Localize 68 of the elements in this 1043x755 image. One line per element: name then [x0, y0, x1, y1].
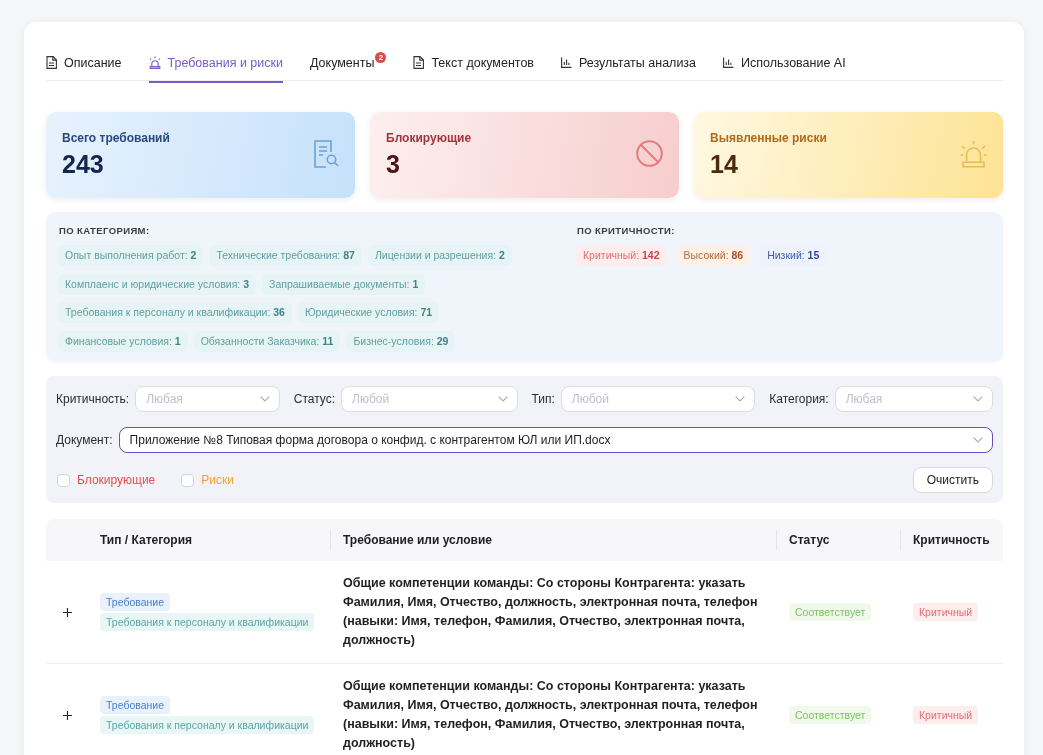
- stat-value: 14: [710, 150, 739, 178]
- checkbox[interactable]: [181, 473, 195, 487]
- criticality-tag: Критичный: 142: [576, 245, 667, 266]
- section-title: ПО КРИТИЧНОСТИ:: [576, 225, 676, 237]
- section-title: ПО КАТЕГОРИЯМ:: [58, 225, 151, 237]
- category-tag: Требования к персоналу и квалификации: [100, 716, 315, 734]
- tab[interactable]: Документы 2: [310, 44, 387, 83]
- chevron-down-icon: [497, 396, 508, 402]
- checkbox-label[interactable]: Блокирующие: [77, 473, 156, 487]
- chevron-down-icon: [973, 396, 983, 402]
- chevron-down-icon: [973, 437, 983, 443]
- category-tag: Комплаенс и юридические условия: 3: [58, 273, 257, 295]
- siren-icon: [148, 56, 161, 69]
- status-tag: Соответствует: [789, 603, 872, 621]
- expand-button[interactable]: [61, 606, 73, 618]
- category-tag: Финансовые условия: 1: [58, 330, 188, 352]
- plus-icon: [62, 710, 72, 720]
- filter-label: Критичность:: [56, 392, 130, 406]
- tab[interactable]: Результаты анализа: [561, 44, 697, 83]
- stat-label: Блокирующие: [386, 131, 472, 145]
- ban-icon: [636, 140, 663, 167]
- siren-icon: [960, 140, 987, 168]
- column-header: Тип / Категория: [99, 533, 194, 547]
- category-tag: Обязанности Заказчика: 11: [193, 330, 341, 352]
- document-icon: [413, 56, 425, 69]
- checkbox[interactable]: [57, 473, 70, 487]
- criticality-tag: Критичный: [913, 706, 979, 724]
- type-tag: Требование: [100, 593, 171, 611]
- stat-label: Всего требований: [62, 131, 170, 145]
- requirement-text: Общие компетенции команды: Со стороны Контрагента: указать Фамилия, Имя, Отчество, должность, электронная почта, телефон (навыки: Имя, телефон, Фамилия, Отчество, электронная почта, должность): [342, 678, 759, 752]
- category-tag: Требования к персоналу и квалификации: [100, 613, 315, 631]
- category-tag: Опыт выполнения работ: 2: [58, 245, 204, 266]
- filter-label: Статус:: [293, 392, 336, 406]
- chevron-down-icon: [735, 396, 746, 402]
- filter-label: Тип:: [531, 392, 555, 406]
- document-icon: [46, 56, 57, 69]
- category-tag: Лицензии и разрешения: 2: [367, 245, 512, 266]
- column-header: Статус: [776, 533, 900, 547]
- expand-button[interactable]: [61, 709, 73, 721]
- tab[interactable]: Описание: [46, 44, 122, 83]
- filter-label: Категория:: [769, 392, 829, 406]
- category-tag: Бизнес-условия: 29: [346, 330, 456, 352]
- stat-label: Выявленные риски: [710, 131, 827, 145]
- bar-chart-icon: [723, 57, 735, 68]
- bar-chart-icon: [561, 57, 572, 68]
- criticality-tag: Критичный: [913, 603, 979, 621]
- column-header: Требование или условие: [330, 533, 776, 547]
- criticality-tag: Высокий: 86: [676, 245, 751, 266]
- status-tag: Соответствует: [789, 706, 872, 724]
- requirement-text: Общие компетенции команды: Со стороны Контрагента: указать Фамилия, Имя, Отчество, должность, электронная почта, телефон (навыки: Имя, телефон, Фамилия, Отчество, электронная почта, должность): [342, 575, 759, 649]
- document-select[interactable]: Приложение №8 Типовая форма договора о конфид. с контрагентом ЮЛ или ИП.docx: [118, 427, 993, 453]
- tab[interactable]: Текст документов: [413, 44, 534, 83]
- plus-icon: [62, 607, 72, 617]
- clear-button[interactable]: Очистить: [912, 467, 993, 493]
- tab[interactable]: Использование AI: [723, 44, 846, 83]
- type-tag: Требование: [100, 696, 171, 714]
- chevron-down-icon: [259, 396, 270, 402]
- filter-label: Документ:: [56, 433, 113, 447]
- stat-value: 3: [386, 150, 401, 178]
- file-search-icon: [314, 140, 339, 168]
- column-header: Критичность: [900, 533, 1003, 547]
- count-badge: 2: [375, 52, 387, 63]
- category-tag: Технические требования: 87: [209, 245, 362, 266]
- category-tag: Юридические условия: 71: [297, 302, 440, 323]
- stat-value: 243: [62, 150, 105, 178]
- category-tag: Запрашиваемые документы: 1: [262, 273, 426, 295]
- tab[interactable]: Требования и риски: [148, 44, 283, 83]
- category-tag: Требования к персоналу и квалификации: 36: [58, 302, 292, 323]
